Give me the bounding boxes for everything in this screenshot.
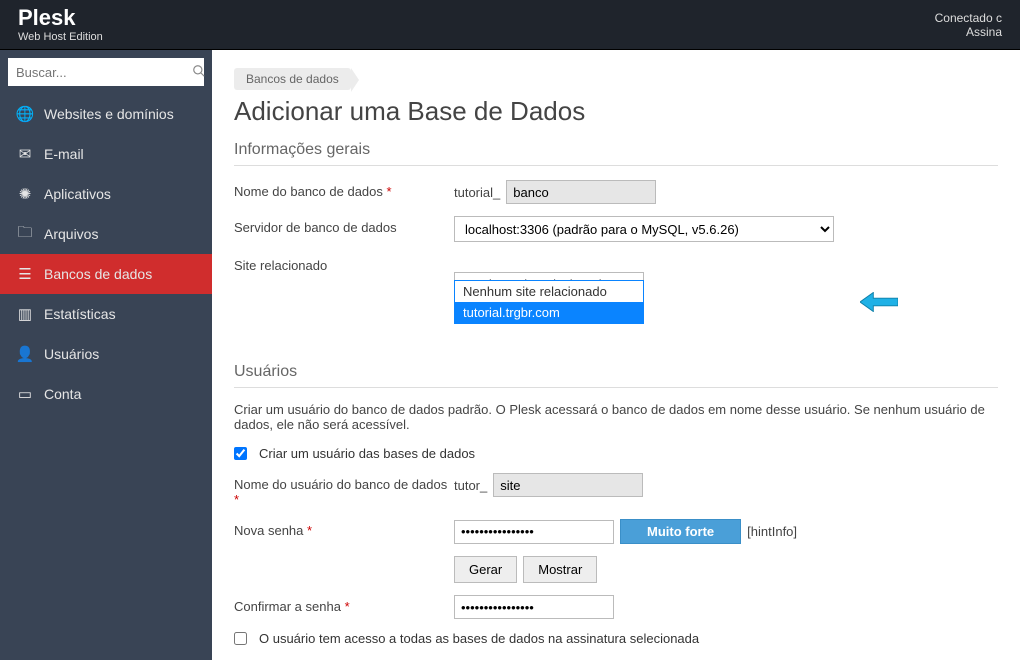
label-db-name: Nome do banco de dados (234, 184, 383, 199)
password-strength-badge: Muito forte (620, 519, 741, 544)
user-name-input[interactable] (493, 473, 643, 497)
section-users: Usuários (234, 363, 998, 388)
stats-icon: ▥ (16, 305, 34, 323)
sidebar-item-apps[interactable]: ✺Aplicativos (0, 174, 212, 214)
label-new-pass: Nova senha (234, 523, 303, 538)
confirm-password-input[interactable] (454, 595, 614, 619)
card-icon: ▭ (16, 385, 34, 403)
access-all-label: O usuário tem acesso a todas as bases de… (259, 631, 699, 646)
sidebar-item-users[interactable]: 👤Usuários (0, 334, 212, 374)
brand-sub: Web Host Edition (18, 31, 103, 43)
sidebar-item-databases[interactable]: ☰Bancos de dados (0, 254, 212, 294)
section-general: Informações gerais (234, 141, 998, 166)
label-db-server: Servidor de banco de dados (234, 216, 454, 235)
site-dropdown-open[interactable]: Nenhum site relacionado tutorial.trgbr.c… (454, 280, 644, 324)
user-prefix: tutor_ (454, 478, 487, 493)
gear-icon: ✺ (16, 185, 34, 203)
sidebar-item-stats[interactable]: ▥Estatísticas (0, 294, 212, 334)
globe-icon: 🌐 (16, 105, 34, 123)
search-input[interactable] (16, 65, 192, 80)
generate-button[interactable]: Gerar (454, 556, 517, 583)
breadcrumb[interactable]: Bancos de dados (234, 68, 351, 90)
database-icon: ☰ (16, 265, 34, 283)
search-input-wrap[interactable] (8, 58, 204, 86)
sidebar-item-files[interactable]: 🗀Arquivos (0, 214, 212, 254)
search-icon (192, 64, 206, 81)
site-option-none[interactable]: Nenhum site relacionado (455, 281, 643, 302)
top-right-status: Conectado c Assina (935, 11, 1002, 39)
user-icon: 👤 (16, 345, 34, 363)
label-site: Site relacionado (234, 254, 454, 273)
db-server-select[interactable]: localhost:3306 (padrão para o MySQL, v5.… (454, 216, 834, 242)
users-description: Criar um usuário do banco de dados padrã… (234, 402, 998, 432)
create-user-checkbox[interactable] (234, 447, 247, 460)
brand: Plesk Web Host Edition (18, 6, 103, 42)
sidebar-item-email[interactable]: ✉E-mail (0, 134, 212, 174)
brand-name: Plesk (18, 6, 103, 30)
arrow-pointer-icon (860, 292, 898, 315)
main-content: Bancos de dados Adicionar uma Base de Da… (212, 50, 1020, 660)
db-name-input[interactable] (506, 180, 656, 204)
show-button[interactable]: Mostrar (523, 556, 597, 583)
db-name-prefix: tutorial_ (454, 185, 500, 200)
folder-icon: 🗀 (16, 222, 34, 247)
sidebar-item-account[interactable]: ▭Conta (0, 374, 212, 414)
password-input[interactable] (454, 520, 614, 544)
label-db-user: Nome do usuário do banco de dados (234, 477, 447, 492)
mail-icon: ✉ (16, 145, 34, 163)
create-user-label: Criar um usuário das bases de dados (259, 446, 475, 461)
sidebar: 🌐Websites e domínios ✉E-mail ✺Aplicativo… (0, 50, 212, 660)
access-all-checkbox[interactable] (234, 632, 247, 645)
sidebar-item-websites[interactable]: 🌐Websites e domínios (0, 94, 212, 134)
password-hint: [hintInfo] (747, 524, 797, 539)
page-title: Adicionar uma Base de Dados (234, 96, 998, 127)
site-option-tutorial[interactable]: tutorial.trgbr.com (455, 302, 643, 323)
label-confirm-pass: Confirmar a senha (234, 599, 341, 614)
